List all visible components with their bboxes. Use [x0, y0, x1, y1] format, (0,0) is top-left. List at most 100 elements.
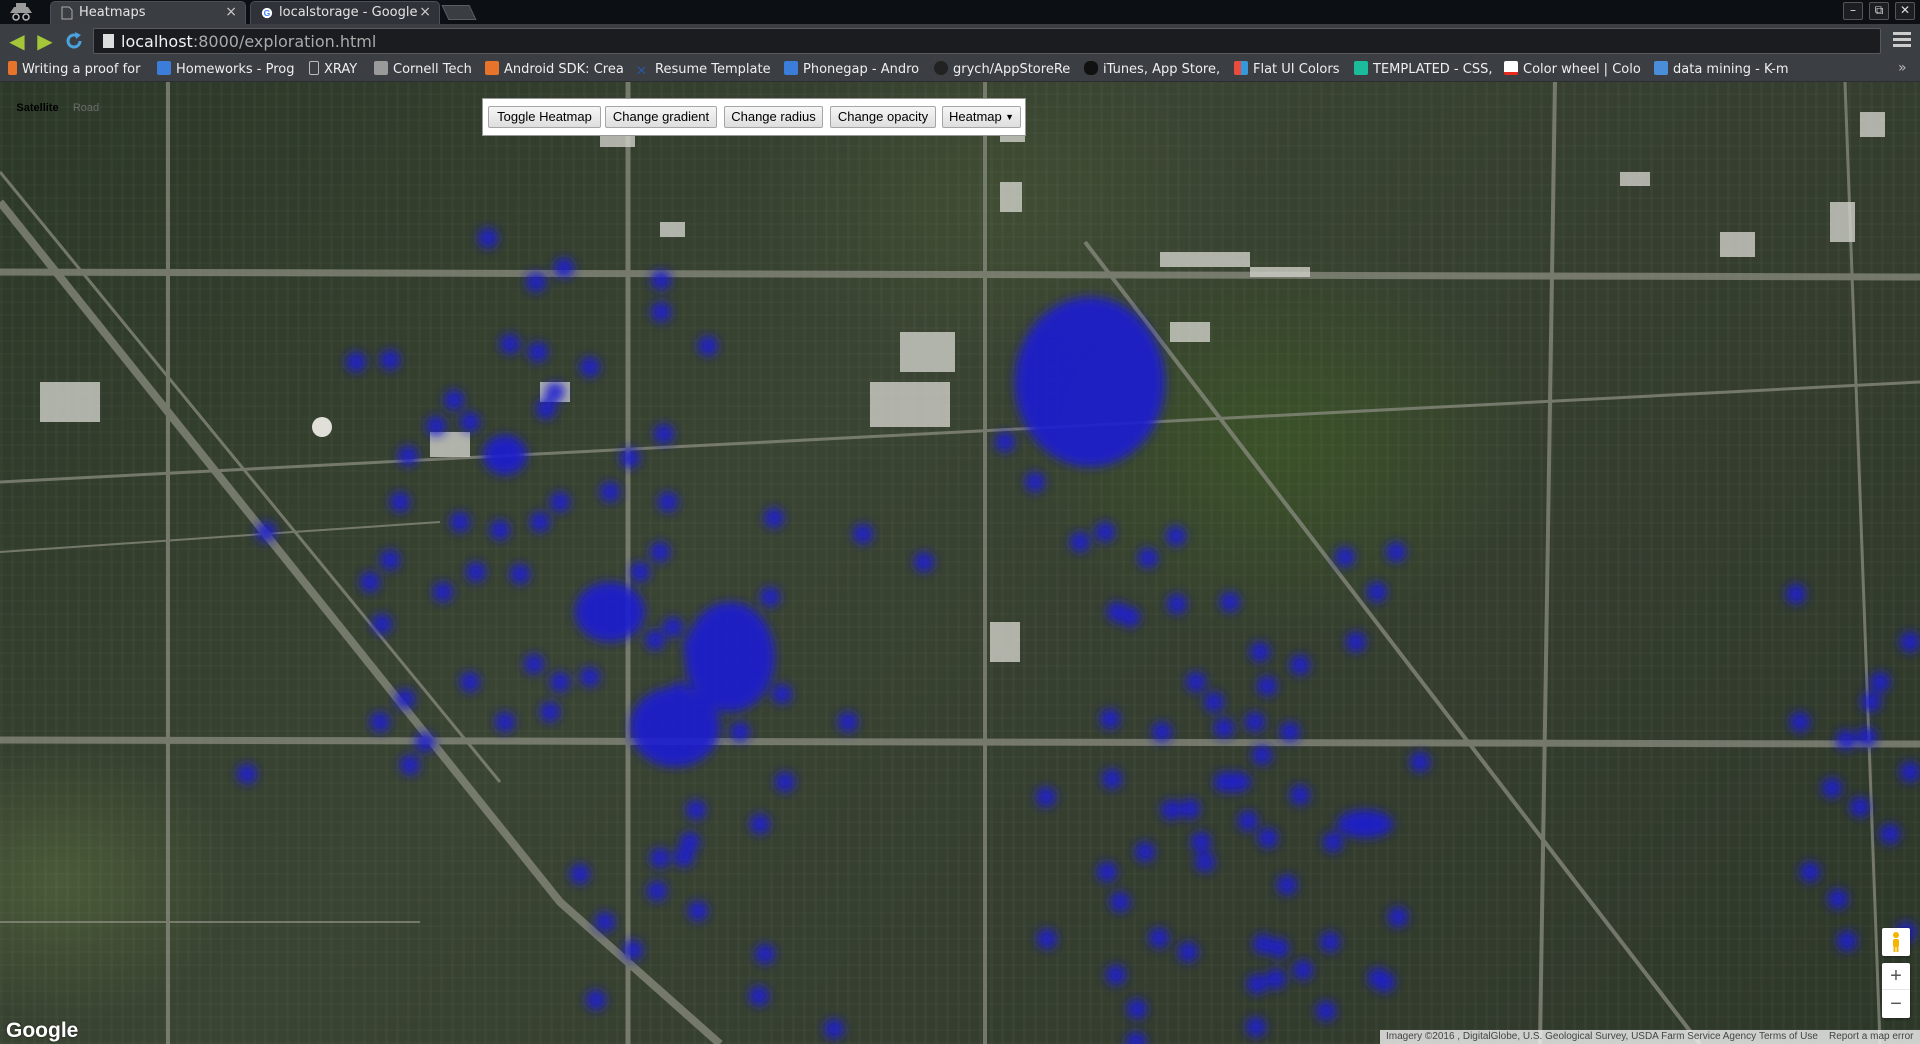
- bookmark-item[interactable]: Android SDK: Crea: [485, 61, 625, 79]
- heatmap-point: [530, 512, 550, 532]
- google-icon: G: [261, 7, 273, 19]
- map-imagery: [0, 82, 1920, 1044]
- satellite-button[interactable]: Satellite: [10, 96, 65, 121]
- change-opacity-button[interactable]: Change opacity: [830, 106, 936, 128]
- tab-heatmaps[interactable]: Heatmaps ×: [50, 1, 246, 24]
- heatmap-point: [1166, 526, 1186, 546]
- tab-close-icon[interactable]: ×: [419, 4, 431, 20]
- close-window-button[interactable]: ✕: [1895, 2, 1915, 20]
- bookmark-item[interactable]: Flat UI Colors: [1234, 61, 1354, 79]
- tab-localstorage[interactable]: G localstorage - Google ×: [250, 1, 440, 24]
- heatmap-point: [686, 800, 706, 820]
- address-bar[interactable]: localhost:8000/exploration.html: [93, 28, 1881, 54]
- bookmark-item[interactable]: Cornell Tech: [374, 61, 474, 79]
- new-tab-button[interactable]: [441, 5, 477, 20]
- heatmap-point: [1375, 972, 1395, 992]
- heatmap-point: [730, 722, 750, 742]
- bookmark-item[interactable]: Homeworks - Prog: [157, 61, 295, 79]
- heatmap-point: [586, 990, 606, 1010]
- heatmap-point: [1323, 832, 1343, 852]
- heatmap-point: [1127, 999, 1147, 1019]
- heatmap-point: [1178, 942, 1198, 962]
- forward-icon[interactable]: ▶: [34, 30, 56, 52]
- bookmark-item[interactable]: XRAY: [309, 61, 369, 79]
- back-icon[interactable]: ◀: [6, 30, 28, 52]
- flat-ui-icon: [1234, 61, 1248, 75]
- heatmap-point: [460, 672, 480, 692]
- folder-icon: [374, 61, 388, 75]
- heatmap-point: [651, 270, 671, 290]
- bookmark-item[interactable]: data mining - K-m: [1654, 61, 1794, 79]
- heatmap-point: [1180, 799, 1200, 819]
- pegman-icon[interactable]: [1882, 928, 1910, 956]
- heatmap-point: [1410, 752, 1430, 772]
- bookmark-item[interactable]: Phonegap - Andro: [784, 61, 924, 79]
- heatmap-point: [510, 564, 530, 584]
- zoom-out-button[interactable]: −: [1882, 991, 1910, 1018]
- road-button[interactable]: Road: [65, 96, 107, 121]
- heatmap-point: [495, 712, 515, 732]
- heatmap-point: [1335, 547, 1355, 567]
- heatmap-point: [647, 881, 667, 901]
- heatmap-point: [772, 684, 792, 704]
- dropdown-arrow-icon: ▼: [1005, 112, 1014, 122]
- heatmap-point: [1095, 522, 1115, 542]
- heatmap-point: [1880, 824, 1900, 844]
- report-error-link[interactable]: Report a map error: [1829, 1031, 1913, 1042]
- heatmap-hotspot: [483, 435, 527, 475]
- heatmap-point: [580, 667, 600, 687]
- heatmap-point: [1100, 709, 1120, 729]
- heatmap-point: [346, 352, 366, 372]
- menu-icon[interactable]: [1893, 32, 1911, 50]
- heatmap-point: [433, 582, 453, 602]
- reload-icon[interactable]: [63, 30, 85, 52]
- tab-close-icon[interactable]: ×: [225, 4, 237, 20]
- heatmap-point: [580, 357, 600, 377]
- apple-icon: [1084, 61, 1098, 75]
- heatmap-point: [1277, 875, 1297, 895]
- heatmap-point: [1386, 542, 1406, 562]
- toggle-heatmap-button[interactable]: Toggle Heatmap: [488, 106, 601, 128]
- heatmap-point: [1037, 929, 1057, 949]
- zoom-in-button[interactable]: +: [1882, 963, 1910, 990]
- minimize-button[interactable]: –: [1843, 2, 1863, 20]
- layer-select[interactable]: Heatmap ▼: [942, 106, 1021, 128]
- bookmark-item[interactable]: TEMPLATED - CSS,: [1354, 61, 1492, 79]
- heatmap-point: [838, 712, 858, 732]
- change-gradient-button[interactable]: Change gradient: [605, 106, 717, 128]
- bookmark-item[interactable]: grych/AppStoreRe: [934, 61, 1074, 79]
- terms-link[interactable]: Terms of Use: [1759, 1031, 1818, 1042]
- blue-doc-icon: [157, 61, 171, 75]
- heatmap-point: [1070, 532, 1090, 552]
- heatmap-point: [764, 508, 784, 528]
- bookmark-item[interactable]: iTunes, App Store,: [1084, 61, 1224, 79]
- heatmap-point: [1850, 797, 1870, 817]
- heatmap-point: [1861, 692, 1881, 712]
- heatmap-point: [1036, 787, 1056, 807]
- map-canvas[interactable]: Satellite Road Toggle Heatmap Change gra…: [0, 82, 1920, 1044]
- heatmap-point: [1828, 889, 1848, 909]
- heatmap-point: [600, 482, 620, 502]
- heatmap-point: [1388, 907, 1408, 927]
- change-radius-button[interactable]: Change radius: [724, 106, 823, 128]
- bookmark-item[interactable]: Writing a proof for: [8, 61, 154, 79]
- heatmap-point: [1822, 778, 1842, 798]
- heatmap-hotspot: [575, 582, 645, 642]
- heatmap-point: [370, 712, 390, 732]
- bookmarks-overflow-icon[interactable]: »: [1898, 60, 1907, 76]
- heatmap-point: [1280, 722, 1300, 742]
- imagery-credit: Imagery ©2016 , DigitalGlobe, U.S. Geolo…: [1386, 1031, 1757, 1042]
- heatmap-point: [536, 399, 556, 419]
- heatmap-point: [1097, 862, 1117, 882]
- adobe-icon: [1504, 61, 1518, 75]
- heatmap-point: [623, 940, 643, 960]
- heatmap-point: [1857, 727, 1877, 747]
- heatmap-point: [1266, 969, 1286, 989]
- heatmap-point: [415, 732, 435, 752]
- heatmap-point: [545, 382, 565, 402]
- bookmark-item[interactable]: Color wheel | Colo: [1504, 61, 1644, 79]
- restore-button[interactable]: ⧉: [1869, 2, 1889, 20]
- heatmap-point: [1900, 762, 1920, 782]
- heatmap-point: [1790, 712, 1810, 732]
- bookmark-item[interactable]: ✕ Resume Template: [636, 61, 776, 79]
